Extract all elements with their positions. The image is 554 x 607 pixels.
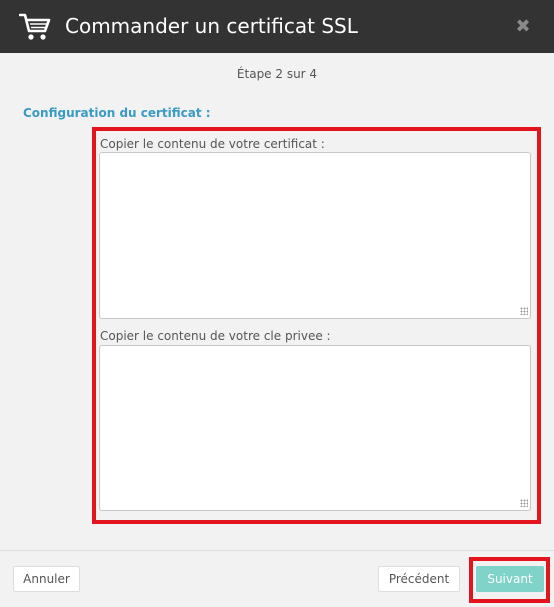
cart-icon — [18, 12, 51, 42]
close-icon[interactable]: ✖ — [510, 13, 536, 39]
dialog-header: Commander un certificat SSL ✖ — [0, 0, 554, 53]
private-key-label: Copier le contenu de votre cle privee : — [100, 329, 331, 343]
certificate-textarea[interactable] — [99, 152, 531, 319]
section-title: Configuration du certificat : — [23, 106, 211, 120]
resize-grip-icon[interactable] — [520, 499, 528, 507]
order-ssl-dialog: Commander un certificat SSL ✖ Étape 2 su… — [0, 0, 554, 607]
previous-button[interactable]: Précédent — [378, 566, 460, 592]
dialog-title: Commander un certificat SSL — [65, 14, 358, 38]
step-indicator: Étape 2 sur 4 — [236, 67, 318, 81]
resize-grip-icon[interactable] — [520, 307, 528, 315]
next-button[interactable]: Suivant — [476, 566, 544, 592]
cancel-button[interactable]: Annuler — [13, 566, 80, 592]
certificate-label: Copier le contenu de votre certificat : — [100, 137, 325, 151]
private-key-textarea[interactable] — [99, 345, 531, 511]
